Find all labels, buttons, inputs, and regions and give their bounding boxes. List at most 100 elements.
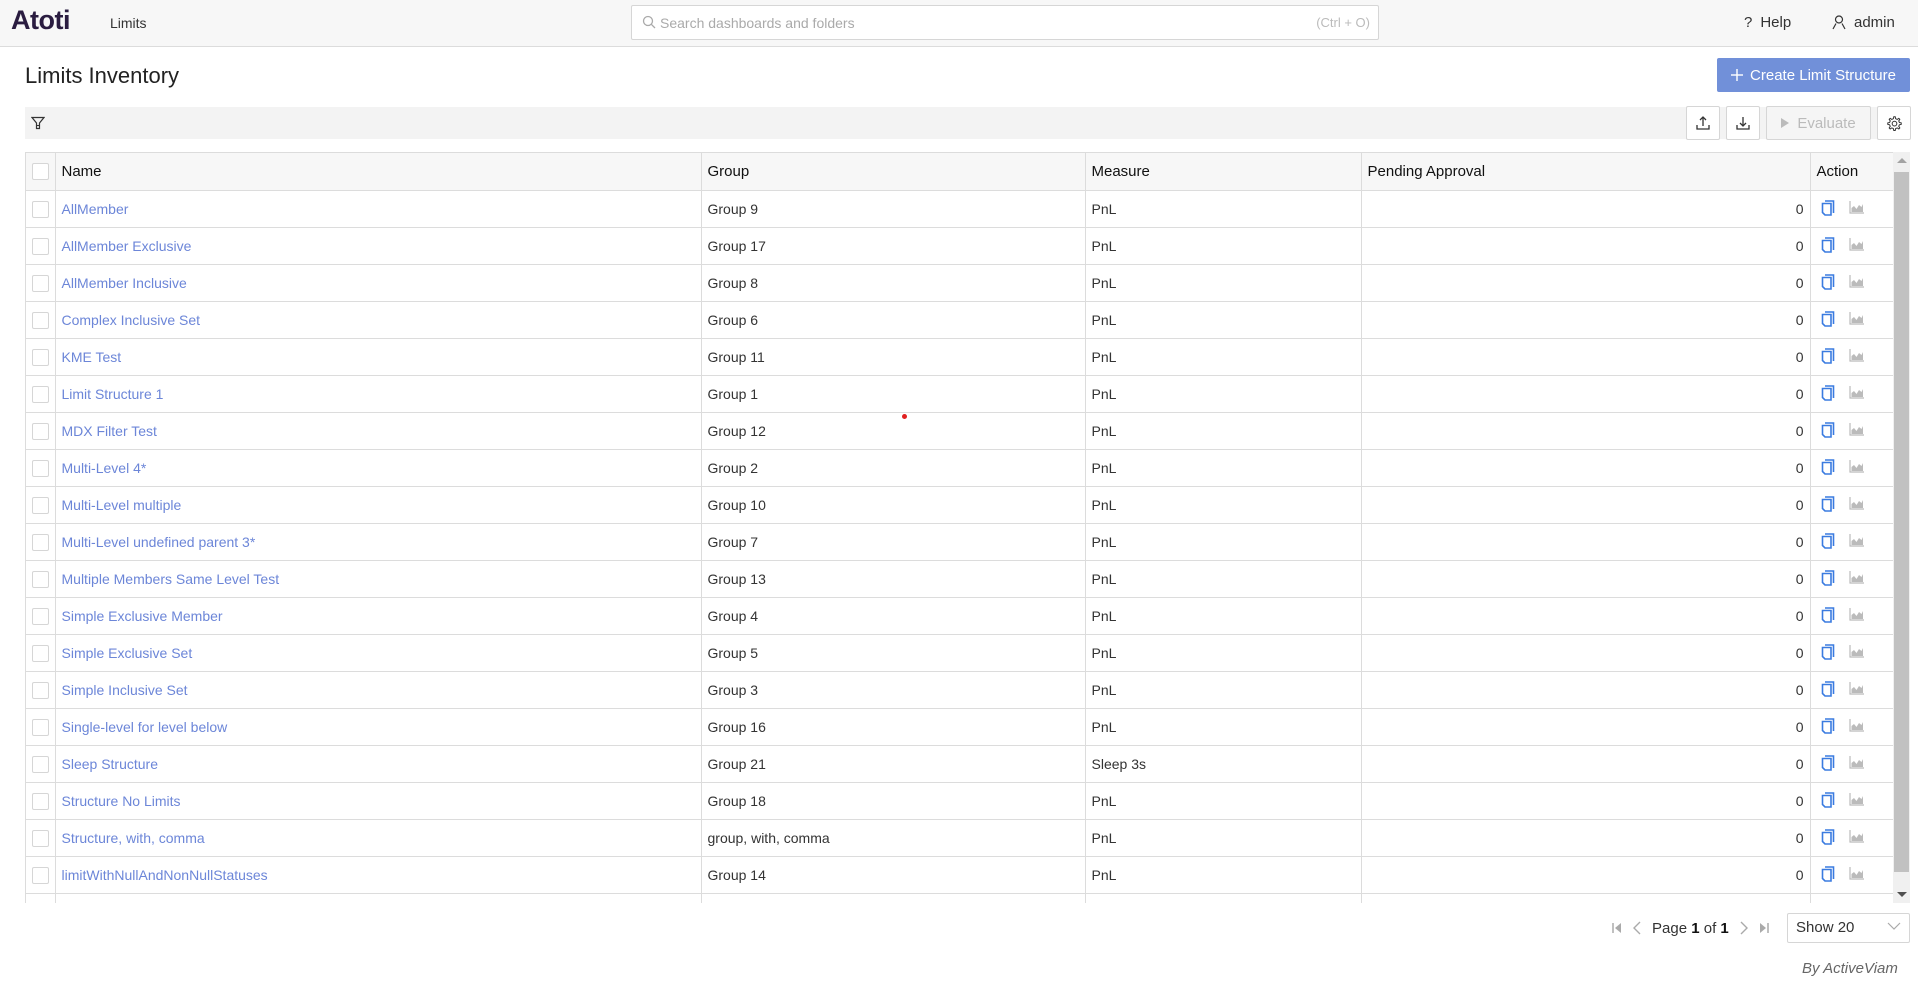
chart-icon[interactable]	[1848, 645, 1864, 661]
scroll-down-arrow[interactable]	[1897, 892, 1907, 897]
copy-icon[interactable]	[1821, 495, 1835, 515]
row-checkbox[interactable]	[32, 237, 49, 255]
table-row[interactable]: Multiple Members Same Level Test Group 13…	[26, 560, 1893, 598]
limit-structure-link[interactable]: Single-level for level below	[62, 719, 228, 735]
table-row[interactable]: KME Test Group 11 PnL 0	[26, 338, 1893, 376]
limit-structure-link[interactable]: KME Test	[62, 349, 122, 365]
limit-structure-link[interactable]: AllMember Inclusive	[62, 275, 187, 291]
table-row[interactable]: Complex Inclusive Set Group 6 PnL 0	[26, 301, 1893, 339]
row-checkbox[interactable]	[32, 792, 49, 810]
first-page-icon[interactable]	[1612, 922, 1622, 934]
search-input[interactable]	[660, 6, 1310, 39]
copy-icon[interactable]	[1821, 199, 1835, 219]
scroll-thumb[interactable]	[1894, 172, 1909, 872]
chart-icon[interactable]	[1848, 830, 1864, 846]
chart-icon[interactable]	[1848, 275, 1864, 291]
row-checkbox[interactable]	[32, 459, 49, 477]
chart-icon[interactable]	[1848, 460, 1864, 476]
chart-icon[interactable]	[1848, 571, 1864, 587]
prev-page-icon[interactable]	[1632, 921, 1642, 935]
limit-structure-link[interactable]: Complex Inclusive Set	[62, 312, 201, 328]
chart-icon[interactable]	[1848, 312, 1864, 328]
copy-icon[interactable]	[1821, 236, 1835, 256]
chart-icon[interactable]	[1848, 756, 1864, 772]
column-header-name[interactable]: Name	[55, 152, 702, 191]
copy-icon[interactable]	[1821, 458, 1835, 478]
help-button[interactable]: ? Help	[1744, 14, 1791, 31]
table-row[interactable]: Simple Inclusive Set Group 3 PnL 0	[26, 671, 1893, 709]
copy-icon[interactable]	[1821, 606, 1835, 626]
limit-structure-link[interactable]: Multi-Level undefined parent 3*	[62, 534, 256, 550]
evaluate-button[interactable]: Evaluate	[1766, 106, 1871, 140]
row-checkbox[interactable]	[32, 644, 49, 662]
copy-icon[interactable]	[1821, 347, 1835, 367]
import-button[interactable]	[1726, 106, 1760, 140]
table-row[interactable]: Structure, with, comma group, with, comma…	[26, 819, 1893, 857]
table-row[interactable]: Simple Exclusive Set Group 5 PnL 0	[26, 634, 1893, 672]
copy-icon[interactable]	[1821, 680, 1835, 700]
row-checkbox[interactable]	[32, 200, 49, 218]
copy-icon[interactable]	[1821, 569, 1835, 589]
table-row[interactable]: Sleep Structure Group 21 Sleep 3s 0	[26, 745, 1893, 783]
table-row[interactable]: Simple Exclusive Member Group 4 PnL 0	[26, 597, 1893, 635]
limit-structure-link[interactable]: Simple Exclusive Member	[62, 608, 223, 624]
row-checkbox[interactable]	[32, 866, 49, 884]
table-row[interactable]: AllMember Exclusive Group 17 PnL 0	[26, 227, 1893, 265]
row-checkbox[interactable]	[32, 533, 49, 551]
table-row[interactable]: Limit Structure 1 Group 1 PnL 0	[26, 375, 1893, 413]
row-checkbox[interactable]	[32, 607, 49, 625]
chart-icon[interactable]	[1848, 386, 1864, 402]
page-size-select[interactable]: Show 20	[1787, 913, 1910, 943]
export-button[interactable]	[1686, 106, 1720, 140]
table-scrollbar[interactable]	[1893, 152, 1910, 903]
limit-structure-link[interactable]: Structure, with, comma	[62, 830, 205, 846]
column-header-group[interactable]: Group	[701, 152, 1086, 191]
chart-icon[interactable]	[1848, 719, 1864, 735]
limit-structure-link[interactable]: limitWithNullAndNonNullStatuses	[62, 867, 268, 883]
user-menu[interactable]: admin	[1832, 14, 1895, 31]
chart-icon[interactable]	[1848, 238, 1864, 254]
select-all-checkbox[interactable]	[32, 163, 49, 181]
copy-icon[interactable]	[1821, 865, 1835, 885]
copy-icon[interactable]	[1821, 310, 1835, 330]
row-checkbox[interactable]	[32, 829, 49, 847]
row-checkbox[interactable]	[32, 755, 49, 773]
copy-icon[interactable]	[1821, 754, 1835, 774]
column-header-measure[interactable]: Measure	[1085, 152, 1362, 191]
row-checkbox[interactable]	[32, 348, 49, 366]
table-row[interactable]: MDX Filter Test Group 12 PnL 0	[26, 412, 1893, 450]
atoti-logo[interactable]: Atoti	[11, 5, 70, 36]
row-checkbox[interactable]	[32, 274, 49, 292]
chart-icon[interactable]	[1848, 793, 1864, 809]
search-box[interactable]: (Ctrl + O)	[631, 5, 1379, 40]
copy-icon[interactable]	[1821, 643, 1835, 663]
limit-structure-link[interactable]: AllMember	[62, 201, 129, 217]
copy-icon[interactable]	[1821, 384, 1835, 404]
row-checkbox[interactable]	[32, 422, 49, 440]
column-header-pending-approval[interactable]: Pending Approval	[1361, 152, 1811, 191]
row-checkbox[interactable]	[32, 570, 49, 588]
create-limit-structure-button[interactable]: Create Limit Structure	[1717, 58, 1910, 92]
table-row[interactable]: AllMember Group 9 PnL 0	[26, 190, 1893, 228]
table-row[interactable]: Multi-Level undefined parent 3* Group 7 Pn…	[26, 523, 1893, 561]
scroll-up-arrow[interactable]	[1897, 158, 1907, 163]
copy-icon[interactable]	[1821, 791, 1835, 811]
limit-structure-link[interactable]: Multiple Members Same Level Test	[62, 571, 280, 587]
last-page-icon[interactable]	[1759, 922, 1769, 934]
row-checkbox[interactable]	[32, 681, 49, 699]
chart-icon[interactable]	[1848, 608, 1864, 624]
limit-structure-link[interactable]: AllMember Exclusive	[62, 238, 192, 254]
table-row[interactable]: Multi-Level multiple Group 10 PnL 0	[26, 486, 1893, 524]
copy-icon[interactable]	[1821, 717, 1835, 737]
limit-structure-link[interactable]: Simple Exclusive Set	[62, 645, 193, 661]
table-row[interactable]: Single-level for level below Group 16 PnL 0	[26, 708, 1893, 746]
limit-structure-link[interactable]: Limit Structure 1	[62, 386, 164, 402]
row-checkbox[interactable]	[32, 385, 49, 403]
chart-icon[interactable]	[1848, 534, 1864, 550]
next-page-icon[interactable]	[1739, 921, 1749, 935]
settings-button[interactable]	[1877, 106, 1911, 140]
limit-structure-link[interactable]: Simple Inclusive Set	[62, 682, 188, 698]
limit-structure-link[interactable]: MDX Filter Test	[62, 423, 157, 439]
row-checkbox[interactable]	[32, 718, 49, 736]
chart-icon[interactable]	[1848, 201, 1864, 217]
